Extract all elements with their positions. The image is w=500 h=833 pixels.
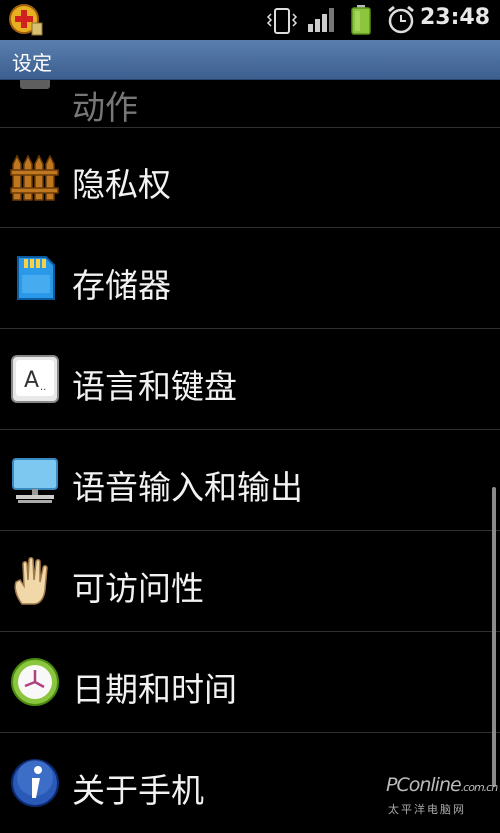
- settings-item-label: 日期和时间: [72, 670, 237, 709]
- page-title: 设定: [12, 51, 52, 75]
- clock-icon: [11, 658, 59, 706]
- keyboard-key-icon: A ..: [11, 355, 59, 403]
- watermark-brand: PConline.com.cn: [386, 774, 498, 796]
- fence-icon: [10, 154, 59, 201]
- settings-item-accessibility[interactable]: 可访问性: [0, 531, 500, 632]
- info-icon: [11, 759, 59, 807]
- settings-item-label: 语言和键盘: [72, 367, 237, 406]
- status-bar: 23:48: [0, 0, 500, 40]
- vibrate-icon: [266, 8, 298, 34]
- settings-item-label: 隐私权: [72, 165, 171, 204]
- settings-item-label: 语音输入和输出: [72, 468, 303, 507]
- svg-text:A: A: [24, 368, 39, 393]
- settings-item-storage[interactable]: 存储器: [0, 228, 500, 329]
- settings-item-privacy[interactable]: 隐私权: [0, 127, 500, 228]
- motion-icon: [20, 80, 50, 89]
- app-notification-icon: [9, 4, 43, 36]
- settings-item-voice-io[interactable]: 语音输入和输出: [0, 430, 500, 531]
- signal-icon: [308, 8, 334, 32]
- settings-item-label: 存储器: [72, 266, 171, 305]
- battery-icon: [351, 5, 371, 35]
- sd-card-icon: [17, 256, 55, 300]
- alarm-icon: [388, 5, 414, 34]
- title-bar: 设定: [0, 40, 500, 80]
- clock-time: 23:48: [419, 5, 490, 30]
- watermark: PConline.com.cn 太平洋电脑网: [386, 770, 498, 828]
- settings-item-motion[interactable]: 动作: [0, 80, 500, 128]
- watermark-subtitle: 太平洋电脑网: [388, 803, 466, 816]
- monitor-icon: [12, 458, 58, 503]
- hand-icon: [14, 557, 48, 605]
- scrollbar[interactable]: [492, 487, 496, 787]
- settings-item-language-keyboard[interactable]: A .. 语言和键盘: [0, 329, 500, 430]
- settings-item-label: 可访问性: [72, 569, 204, 608]
- settings-item-label: 关于手机: [72, 771, 204, 810]
- settings-item-date-time[interactable]: 日期和时间: [0, 632, 500, 733]
- settings-item-label: 动作: [72, 88, 138, 127]
- settings-list[interactable]: 动作 隐私权 存储器 A .. 语言和键盘 语音输入和输出 可访问性 日期和时间…: [0, 80, 500, 833]
- svg-text:..: ..: [40, 382, 46, 393]
